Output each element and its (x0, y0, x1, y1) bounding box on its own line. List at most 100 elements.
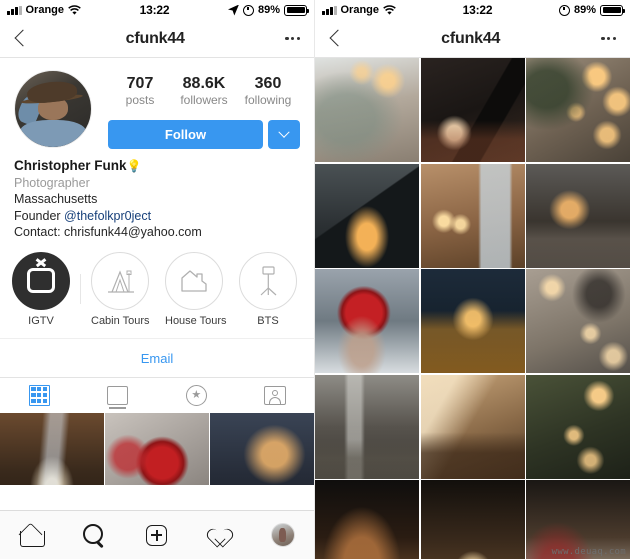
cabin-icon (108, 269, 134, 293)
highlight-label: BTS (257, 314, 279, 327)
grid-cell[interactable] (420, 163, 525, 268)
home-icon (19, 525, 45, 547)
profile-bio: Christopher Funk💡 Photographer Massachus… (0, 149, 314, 241)
grid-cell[interactable] (315, 163, 419, 268)
profile-stats: 707 posts 88.6K followers 360 following (108, 70, 300, 108)
plus-box-icon (146, 524, 168, 546)
grid-cell[interactable] (420, 58, 525, 162)
grid-cell[interactable] (420, 374, 525, 479)
carrier-label: Orange (25, 4, 65, 16)
highlight-cover-cabin (91, 251, 149, 310)
grid-cell[interactable] (105, 412, 209, 485)
tab-grid[interactable] (0, 377, 79, 413)
followers-label: followers (180, 93, 228, 107)
bio-contact: Contact: chrisfunk44@yahoo.com (14, 225, 202, 239)
profile-avatar-icon (270, 523, 295, 547)
grid-cell[interactable] (0, 412, 104, 485)
wifi-icon (383, 4, 396, 15)
location-arrow-icon (227, 4, 239, 16)
signal-bars-icon (7, 5, 22, 15)
tabbar-home[interactable] (0, 525, 63, 547)
signal-bars-icon (322, 5, 337, 15)
dual-phone-screenshot: Orange 13:22 89% cfunk44 707 posts 88.6K… (0, 0, 630, 559)
tripod-camera-icon (260, 265, 277, 295)
highlight-house-tours[interactable]: House Tours (165, 251, 227, 327)
profile-scroll-area: 707 posts 88.6K followers 360 following (0, 58, 314, 510)
photo-grid (315, 58, 630, 559)
search-icon (83, 524, 105, 546)
grid-cell[interactable] (526, 374, 630, 479)
grid-cell[interactable] (210, 412, 314, 485)
grid-cell[interactable] (315, 269, 419, 373)
grid-icon (28, 384, 50, 406)
highlight-divider (80, 274, 81, 304)
status-bar: Orange 13:22 89% (315, 0, 630, 20)
battery-icon (600, 4, 625, 16)
status-time: 13:22 (462, 3, 493, 17)
heart-icon (204, 525, 236, 548)
nav-bar: cfunk44 (315, 20, 630, 58)
highlight-label: House Tours (165, 314, 227, 327)
avatar[interactable] (14, 70, 92, 148)
more-options-icon[interactable] (285, 29, 300, 48)
tabbar-activity[interactable] (188, 525, 251, 548)
more-options-icon[interactable] (601, 29, 616, 48)
highlight-cover-igtv (12, 251, 70, 310)
following-count: 360 (254, 75, 282, 92)
battery-icon (284, 4, 309, 16)
grid-cell[interactable] (526, 163, 630, 268)
highlight-cabin-tours[interactable]: Cabin Tours (91, 251, 150, 327)
posts-label: posts (125, 93, 155, 107)
story-highlights: IGTV Cabin Tours House Tours BTS (0, 241, 314, 327)
highlight-bts[interactable]: BTS (239, 251, 297, 327)
grid-cell[interactable] (315, 480, 419, 559)
grid-cell[interactable] (315, 374, 419, 479)
carrier-label: Orange (340, 4, 380, 16)
back-chevron-icon[interactable] (329, 29, 340, 48)
followers-count: 88.6K (182, 75, 226, 92)
watermark: www.deuaq.com (551, 547, 626, 557)
profile-header: 707 posts 88.6K followers 360 following (0, 58, 314, 149)
tab-saved[interactable]: ★ (157, 377, 236, 413)
following-label: following (244, 93, 292, 107)
battery-percent: 89% (573, 4, 596, 16)
follow-button[interactable]: Follow (108, 120, 263, 149)
back-chevron-icon[interactable] (14, 29, 25, 48)
alarm-clock-icon (558, 4, 570, 16)
stat-following[interactable]: 360 following (240, 74, 296, 108)
star-circle-icon: ★ (185, 384, 207, 406)
display-name: Christopher Funk (14, 158, 127, 173)
tabbar-profile[interactable] (251, 523, 314, 547)
tab-feed[interactable] (79, 377, 158, 413)
bio-mention-link[interactable]: @thefolkpr0ject (64, 209, 151, 223)
stat-posts[interactable]: 707 posts (112, 74, 168, 108)
highlight-cover-bts (239, 251, 297, 310)
posts-count: 707 (126, 75, 154, 92)
tab-tagged[interactable] (236, 377, 315, 413)
bio-category: Photographer (14, 175, 90, 190)
tabbar-create[interactable] (126, 524, 189, 546)
tagged-person-icon (263, 385, 286, 405)
profile-actions: Follow (108, 120, 300, 149)
stat-followers[interactable]: 88.6K followers (176, 74, 232, 108)
feed-list-icon (107, 385, 129, 409)
left-phone-screen: Orange 13:22 89% cfunk44 707 posts 88.6K… (0, 0, 315, 559)
chevron-down-icon (278, 126, 290, 138)
page-title: cfunk44 (125, 29, 185, 47)
email-button[interactable]: Email (141, 351, 174, 366)
grid-cell[interactable] (315, 58, 419, 162)
tabbar-search[interactable] (63, 524, 126, 546)
bio-location: Massachusetts (14, 192, 98, 206)
highlight-label: IGTV (28, 314, 54, 327)
grid-cell[interactable] (420, 480, 525, 559)
highlight-igtv[interactable]: IGTV (12, 251, 70, 327)
right-phone-screen: Orange 13:22 89% cfunk44 www.deuaq.com (315, 0, 630, 559)
grid-cell[interactable] (526, 269, 630, 373)
grid-cell[interactable] (526, 58, 630, 162)
bottom-tab-bar (0, 510, 314, 559)
battery-percent: 89% (257, 4, 280, 16)
follow-dropdown-button[interactable] (268, 120, 300, 149)
photo-grid-partial (0, 412, 314, 485)
highlight-label: Cabin Tours (91, 314, 150, 327)
grid-cell[interactable] (420, 269, 525, 373)
